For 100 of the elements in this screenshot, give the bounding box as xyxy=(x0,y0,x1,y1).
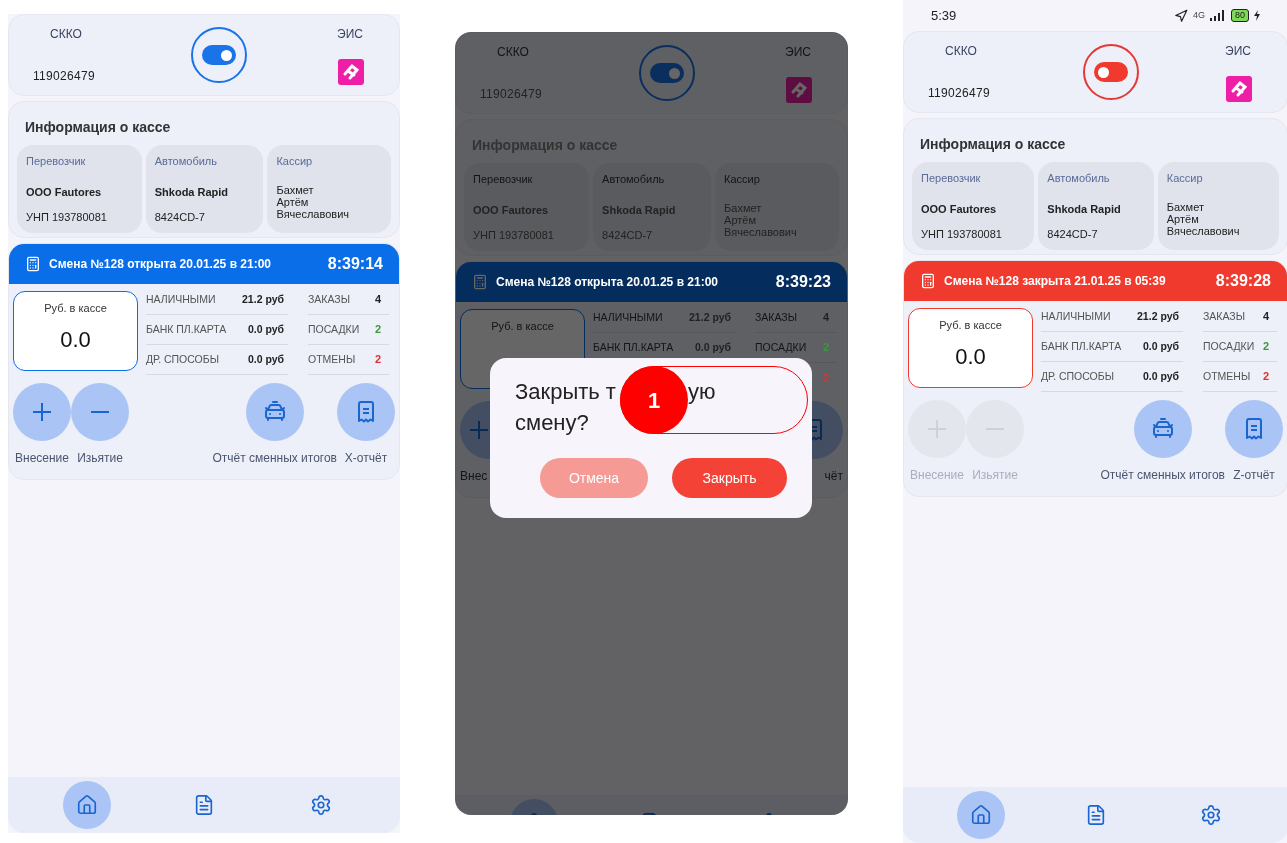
action-label: X-отчёт xyxy=(344,450,388,467)
plus-icon xyxy=(33,403,51,421)
dialog-button[interactable]: Отмена xyxy=(540,458,648,498)
plus-icon xyxy=(470,421,488,439)
car-icon xyxy=(1150,417,1175,441)
action-label: Внесение xyxy=(910,467,964,484)
counter-label: ПОСАДКИ xyxy=(755,339,807,355)
tile-value: ООО Fautores xyxy=(473,202,550,218)
counter-label: ОТМЕНЫ xyxy=(308,351,356,367)
nav-tab[interactable] xyxy=(956,791,1005,839)
minus-icon xyxy=(91,411,109,413)
counter-value: 4 xyxy=(374,292,381,308)
eis-label: ЭИС xyxy=(1225,43,1252,60)
calculator-icon xyxy=(920,273,936,289)
cash-label: Руб. в кассе xyxy=(491,319,554,334)
counter-label: ЗАКАЗЫ xyxy=(755,309,797,325)
action-label: Отчёт сменных итогов xyxy=(1100,467,1225,484)
nav-tab[interactable] xyxy=(62,781,111,829)
tile-value: Бахмет xyxy=(276,183,315,196)
payment-value: 0.0 руб xyxy=(247,321,284,337)
toggle-switch[interactable] xyxy=(191,27,247,83)
shift-title: Смена №128 открыта 20.01.25 в 21:00 xyxy=(49,256,272,273)
receipt-icon xyxy=(1246,418,1262,440)
tile-detail: 8424CD-7 xyxy=(602,227,654,243)
counter-value: 2 xyxy=(1262,369,1269,385)
info-title: Информация о кассе xyxy=(24,118,172,137)
cash-label: Руб. в кассе xyxy=(939,318,1002,333)
settings-icon xyxy=(310,794,333,816)
tile-label: Кассир xyxy=(724,172,761,187)
signal-icon xyxy=(1210,10,1226,21)
tile-value: Shkoda Rapid xyxy=(154,184,230,200)
tile-value: ООО Fautores xyxy=(26,184,103,200)
tile-value: Shkoda Rapid xyxy=(1047,201,1122,217)
shift-title: Смена №128 открыта 20.01.25 в 21:00 xyxy=(496,274,719,291)
toggle-switch[interactable] xyxy=(1082,44,1139,100)
skko-label: СККО xyxy=(49,26,83,43)
payment-label: ДР. СПОСОБЫ xyxy=(146,351,219,367)
tile-label: Перевозчик xyxy=(26,154,87,169)
eis-label: ЭИС xyxy=(337,26,364,43)
action-label: Отчёт сменных итогов xyxy=(212,450,337,467)
calculator-icon xyxy=(25,256,41,272)
counter-label: ПОСАДКИ xyxy=(1203,338,1255,354)
dialog-title-fragment: Закрыть т xyxy=(515,378,616,406)
payment-value: 21.2 руб xyxy=(242,291,284,307)
home-icon xyxy=(969,804,992,826)
skko-label: СККО xyxy=(944,43,978,60)
shift-title: Смена №128 закрыта 21.01.25 в 05:39 xyxy=(944,273,1166,290)
skko-number: 119026479 xyxy=(33,68,96,85)
tile-label: Автомобиль xyxy=(154,154,218,169)
tile-value: Вячеславович xyxy=(276,207,351,220)
payment-value: 21.2 руб xyxy=(1137,308,1179,324)
tile-detail: 8424CD-7 xyxy=(154,209,206,225)
cash-value: 0.0 xyxy=(60,325,91,354)
action-label: Z-отчёт xyxy=(1233,467,1275,484)
settings-icon xyxy=(1199,804,1222,826)
shift-timer: 8:39:23 xyxy=(775,272,831,292)
tile-value: Shkoda Rapid xyxy=(602,202,677,218)
tile-detail: УНП 193780081 xyxy=(26,209,108,225)
logo-icon xyxy=(338,59,364,85)
payment-label: НАЛИЧНЫМИ xyxy=(1041,308,1111,324)
tile-label: Кассир xyxy=(276,154,314,169)
tile-label: Перевозчик xyxy=(473,172,534,187)
shift-timer: 8:39:14 xyxy=(327,254,383,274)
tile-label: Кассир xyxy=(1166,171,1204,186)
tile-value: Артём xyxy=(724,213,757,226)
payment-label: НАЛИЧНЫМИ xyxy=(146,291,216,307)
payment-value: 0.0 руб xyxy=(1142,338,1179,354)
action-label: Внесение xyxy=(15,450,69,467)
dialog-title-fragment: смену? xyxy=(515,410,589,435)
payment-value: 21.2 руб xyxy=(689,309,731,325)
tile-detail: УНП 193780081 xyxy=(921,226,1003,242)
payment-label: ДР. СПОСОБЫ xyxy=(1041,368,1114,384)
skko-number: 119026479 xyxy=(928,85,991,102)
payment-label: НАЛИЧНЫМИ xyxy=(593,309,663,325)
tile-value: Бахмет xyxy=(1166,200,1205,213)
counter-label: ПОСАДКИ xyxy=(308,321,360,337)
tile-label: Перевозчик xyxy=(921,171,982,186)
tile-value: ООО Fautores xyxy=(921,201,998,217)
counter-value: 2 xyxy=(822,340,829,356)
toggle-switch[interactable] xyxy=(638,45,695,101)
charging-icon xyxy=(1254,10,1260,21)
dialog-button[interactable]: Закрыть xyxy=(672,458,787,498)
tile-value: Артём xyxy=(1166,212,1200,225)
calculator-icon xyxy=(472,274,488,290)
document-icon xyxy=(193,794,215,816)
payment-label: БАНК ПЛ.КАРТА xyxy=(1041,338,1122,354)
shift-timer: 8:39:28 xyxy=(1215,271,1271,291)
counter-label: ОТМЕНЫ xyxy=(1203,368,1251,384)
info-title: Информация о кассе xyxy=(919,135,1067,154)
counter-label: ЗАКАЗЫ xyxy=(308,291,350,307)
tile-value: Вячеславович xyxy=(724,225,798,238)
counter-value: 4 xyxy=(1262,309,1269,325)
cash-value: 0.0 xyxy=(955,342,986,371)
tile-value: Вячеславович xyxy=(1166,224,1241,237)
skko-number: 119026479 xyxy=(480,86,543,103)
action-label: чёт xyxy=(824,468,843,485)
home-icon xyxy=(75,794,98,816)
location-icon xyxy=(1173,8,1188,23)
action-label: Изьятие xyxy=(77,450,123,467)
battery-icon: 80 xyxy=(1231,9,1249,22)
